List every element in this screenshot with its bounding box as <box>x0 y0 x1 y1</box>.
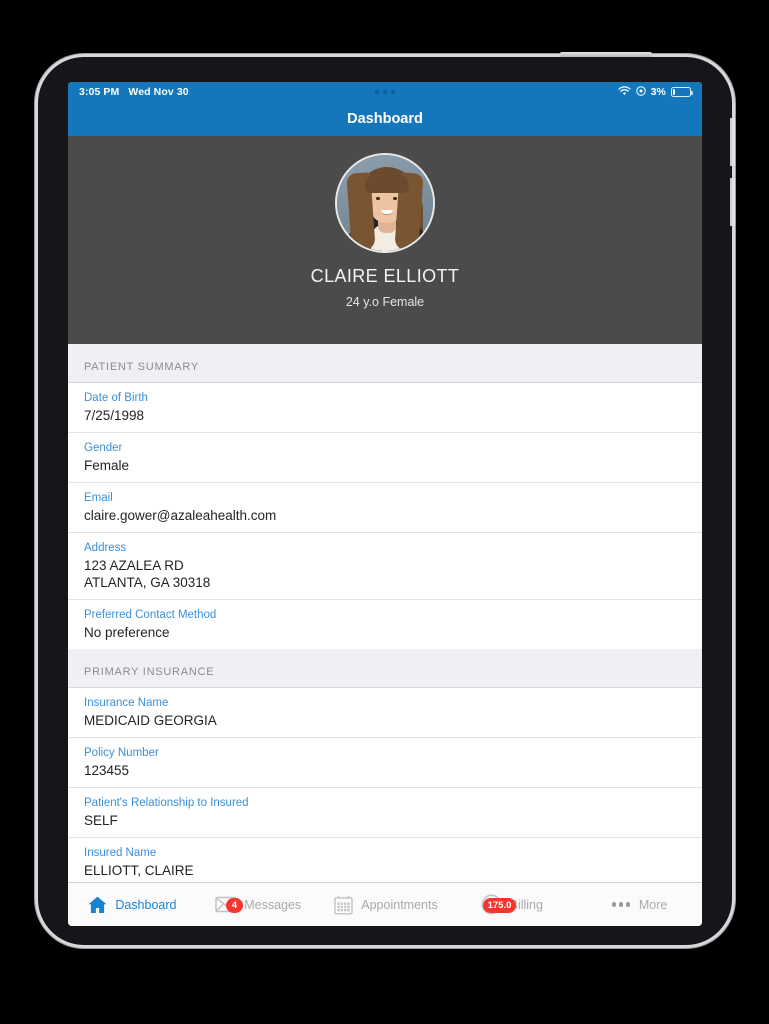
detail-row[interactable]: Insured Name ELLIOTT, CLAIRE <box>68 838 702 882</box>
dollar-circle-icon: S175.0 <box>481 894 517 916</box>
detail-row-label: Preferred Contact Method <box>84 609 217 621</box>
detail-row[interactable]: Insurance Name MEDICAID GEORGIA <box>68 688 702 738</box>
status-badge: 175.0 <box>482 897 517 913</box>
detail-row-label: Insured Name <box>84 847 157 859</box>
battery-percent: 3% <box>650 86 666 98</box>
status-time: 3:05 PM <box>79 86 120 98</box>
tab-messages[interactable]: 4 Messages <box>195 883 322 926</box>
tab-bar: Dashboard 4Messages Appointments S175.0Bill… <box>68 882 702 926</box>
status-bar: 3:05 PM Wed Nov 30 3% <box>68 82 702 102</box>
handle-dot <box>391 90 395 94</box>
patient-age-sex: 24 y.o Female <box>345 295 425 309</box>
tab-more[interactable]: More <box>575 883 702 926</box>
tab-dashboard[interactable]: Dashboard <box>68 883 195 926</box>
tablet-screen: 3:05 PM Wed Nov 30 3% Dashboard CLAIRE E… <box>68 82 702 926</box>
navigation-bar: Dashboard <box>68 102 702 136</box>
detail-row-value: MEDICAID GEORGIA <box>84 713 217 728</box>
detail-row[interactable]: Address 123 AZALEA RD ATLANTA, GA 30318 <box>68 533 702 600</box>
detail-row[interactable]: Email claire.gower@azaleahealth.com <box>68 483 702 533</box>
battery-fill <box>673 89 675 95</box>
handle-dot <box>383 90 387 94</box>
detail-row-label: Policy Number <box>84 747 159 759</box>
tab-label: Appointments <box>361 897 438 912</box>
section-header: PATIENT SUMMARY <box>68 344 702 382</box>
avatar-eye <box>393 197 397 200</box>
avatar-bangs <box>365 173 409 193</box>
detail-row-label: Email <box>84 492 113 504</box>
detail-row-label: Insurance Name <box>84 697 169 709</box>
volume-down-button[interactable] <box>730 178 735 226</box>
detail-row-label: Patient's Relationship to Insured <box>84 797 249 809</box>
detail-row-value: No preference <box>84 625 170 640</box>
home-icon <box>86 894 108 916</box>
detail-row-label: Address <box>84 542 127 554</box>
battery-icon <box>671 87 693 97</box>
page-title: Dashboard <box>347 111 423 127</box>
detail-row-value: Female <box>84 458 130 473</box>
detail-row-label: Gender <box>84 442 123 454</box>
detail-row-value: 123 AZALEA RD ATLANTA, GA 30318 <box>84 558 211 590</box>
detail-row-label: Date of Birth <box>84 392 148 404</box>
tab-label: More <box>638 897 668 912</box>
multitasking-handle[interactable] <box>375 90 395 94</box>
section-header: PRIMARY INSURANCE <box>68 649 702 687</box>
detail-row-value: SELF <box>84 813 118 828</box>
detail-row-value: ELLIOTT, CLAIRE <box>84 863 194 878</box>
detail-row[interactable]: Date of Birth 7/25/1998 <box>68 383 702 433</box>
status-date: Wed Nov 30 <box>128 86 189 98</box>
tab-billing[interactable]: S175.0Billing <box>448 883 575 926</box>
patient-header: CLAIRE ELLIOTT 24 y.o Female <box>68 136 702 344</box>
section-rows: Date of Birth 7/25/1998 Gender Female Email c… <box>68 382 702 649</box>
detail-row[interactable]: Preferred Contact Method No preference <box>68 600 702 649</box>
section-rows: Insurance Name MEDICAID GEORGIA Policy Num… <box>68 687 702 882</box>
tab-label: Messages <box>244 897 302 912</box>
tab-appointments[interactable]: Appointments <box>322 883 449 926</box>
status-bar-left: 3:05 PM Wed Nov 30 <box>79 86 189 98</box>
patient-name: CLAIRE ELLIOTT <box>310 266 460 286</box>
avatar[interactable] <box>335 153 435 253</box>
dashboard-content[interactable]: PATIENT SUMMARY Date of Birth 7/25/1998 Gen… <box>68 344 702 882</box>
detail-row-value: 123455 <box>84 763 130 778</box>
ellipsis-icon <box>610 894 632 916</box>
envelope-icon: 4 <box>215 894 243 916</box>
status-badge: 4 <box>226 897 243 913</box>
detail-row[interactable]: Gender Female <box>68 433 702 483</box>
detail-row-value: 7/25/1998 <box>84 408 145 423</box>
wifi-icon <box>617 85 631 99</box>
volume-up-button[interactable] <box>730 118 735 166</box>
detail-row[interactable]: Policy Number 123455 <box>68 738 702 788</box>
location-icon <box>635 85 646 99</box>
detail-row-value: claire.gower@azaleahealth.com <box>84 508 277 523</box>
status-bar-right: 3% <box>617 85 693 99</box>
calendar-icon <box>332 894 354 916</box>
tab-label: Dashboard <box>115 897 177 912</box>
avatar-eye <box>376 197 380 200</box>
power-button[interactable] <box>560 52 652 57</box>
detail-row[interactable]: Patient's Relationship to Insured SELF <box>68 788 702 838</box>
handle-dot <box>375 90 379 94</box>
